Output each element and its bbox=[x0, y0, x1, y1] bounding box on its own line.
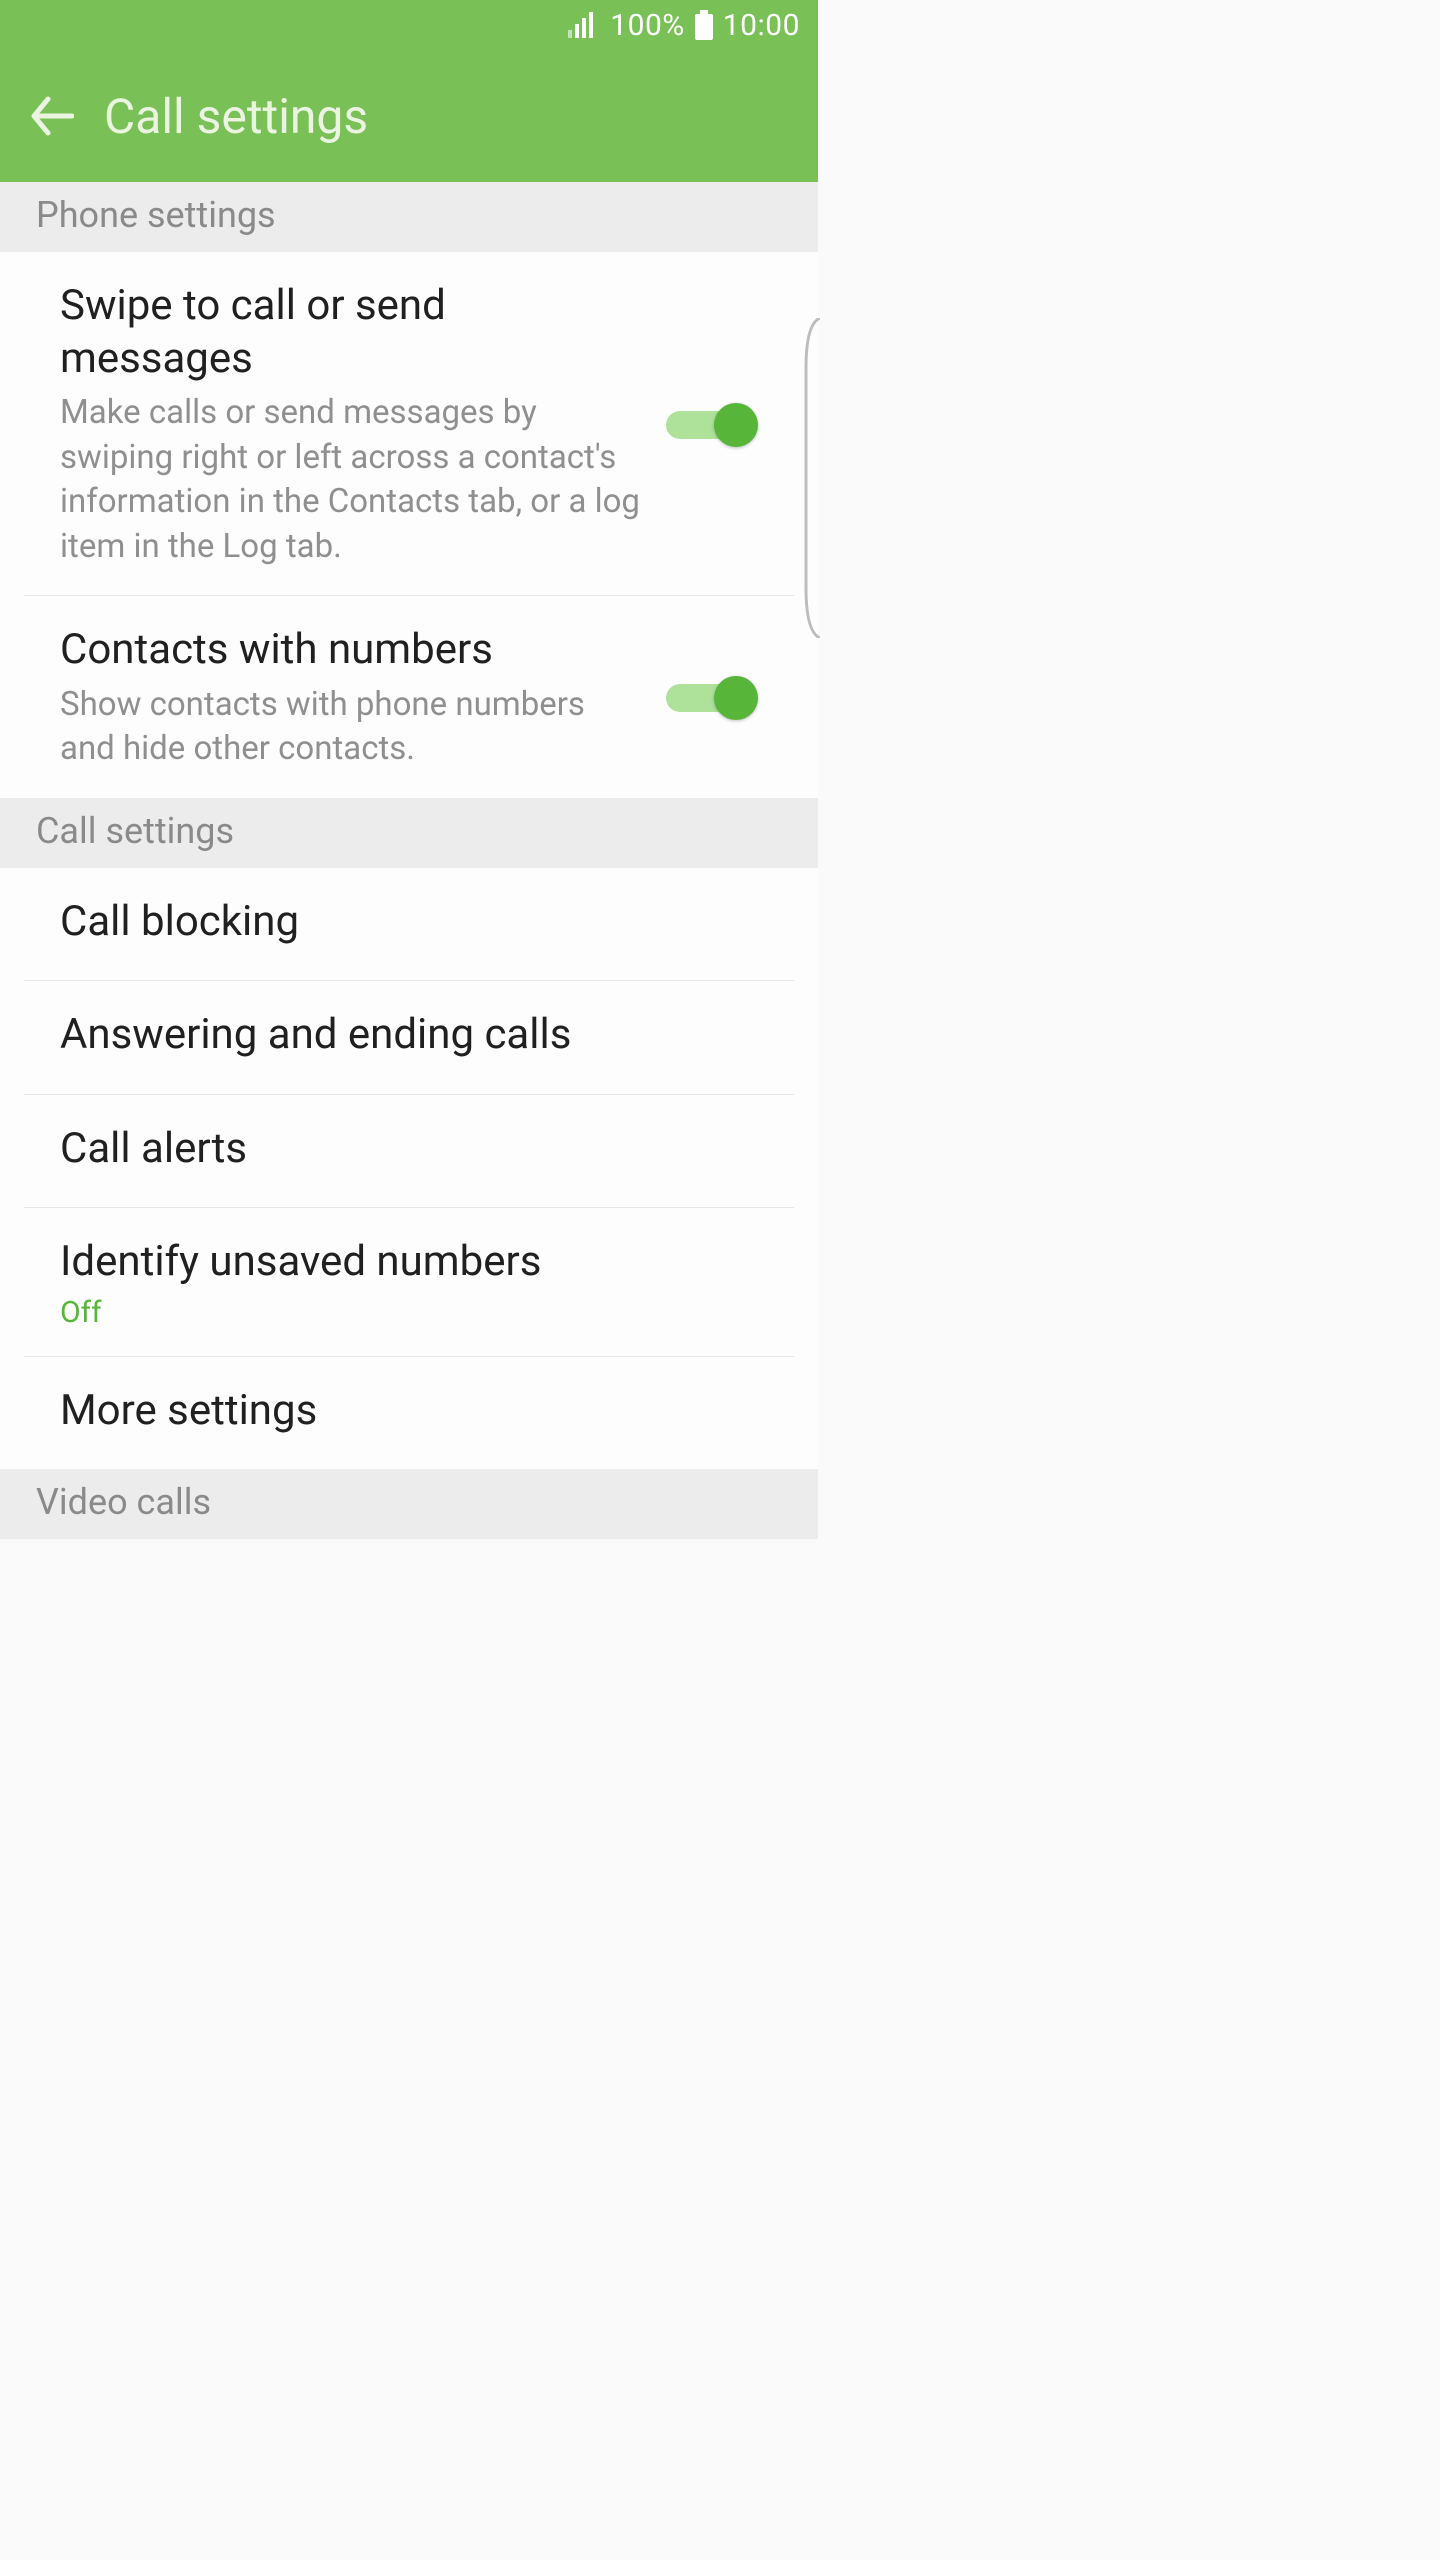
item-subtitle: Show contacts with phone numbers and hid… bbox=[60, 683, 646, 772]
item-title: Swipe to call or send messages bbox=[60, 280, 646, 385]
section-header-call-settings: Call settings bbox=[0, 798, 818, 868]
section-header-video-calls: Video calls bbox=[0, 1469, 818, 1539]
toggle-thumb bbox=[714, 403, 758, 447]
back-arrow-icon[interactable] bbox=[28, 93, 74, 139]
item-title: Identify unsaved numbers bbox=[60, 1236, 738, 1289]
item-text: Contacts with numbers Show contacts with… bbox=[60, 624, 666, 772]
item-title: Call alerts bbox=[60, 1123, 738, 1176]
status-bar: 100% 10:00 bbox=[0, 0, 818, 50]
item-text: Swipe to call or send messages Make call… bbox=[60, 280, 666, 569]
item-status: Off bbox=[60, 1295, 738, 1330]
item-swipe-to-call[interactable]: Swipe to call or send messages Make call… bbox=[24, 252, 794, 596]
item-text: Call alerts bbox=[60, 1123, 758, 1182]
battery-icon bbox=[695, 10, 713, 40]
item-subtitle: Make calls or send messages by swiping r… bbox=[60, 391, 646, 569]
item-text: Call blocking bbox=[60, 896, 758, 955]
section-header-phone-settings: Phone settings bbox=[0, 182, 818, 252]
item-identify-unsaved-numbers[interactable]: Identify unsaved numbers Off bbox=[24, 1208, 794, 1357]
app-header: Call settings bbox=[0, 50, 818, 182]
item-title: Call blocking bbox=[60, 896, 738, 949]
page-title: Call settings bbox=[104, 88, 368, 145]
item-title: More settings bbox=[60, 1385, 738, 1438]
battery-percent: 100% bbox=[610, 8, 685, 43]
scroll-edge-handle[interactable] bbox=[804, 318, 820, 638]
item-title: Answering and ending calls bbox=[60, 1009, 738, 1062]
item-call-alerts[interactable]: Call alerts bbox=[24, 1095, 794, 1209]
item-call-blocking[interactable]: Call blocking bbox=[24, 868, 794, 982]
toggle-contacts-with-numbers[interactable] bbox=[666, 676, 758, 720]
list-phone-settings: Swipe to call or send messages Make call… bbox=[0, 252, 818, 798]
clock-text: 10:00 bbox=[723, 8, 800, 43]
item-text: More settings bbox=[60, 1385, 758, 1444]
item-contacts-with-numbers[interactable]: Contacts with numbers Show contacts with… bbox=[24, 596, 794, 798]
toggle-thumb bbox=[714, 676, 758, 720]
toggle-swipe-to-call[interactable] bbox=[666, 403, 758, 447]
list-call-settings: Call blocking Answering and ending calls… bbox=[0, 868, 818, 1470]
item-title: Contacts with numbers bbox=[60, 624, 646, 677]
signal-icon bbox=[568, 12, 596, 38]
item-text: Answering and ending calls bbox=[60, 1009, 758, 1068]
item-more-settings[interactable]: More settings bbox=[24, 1357, 794, 1470]
item-text: Identify unsaved numbers Off bbox=[60, 1236, 758, 1330]
item-answering-ending-calls[interactable]: Answering and ending calls bbox=[24, 981, 794, 1095]
